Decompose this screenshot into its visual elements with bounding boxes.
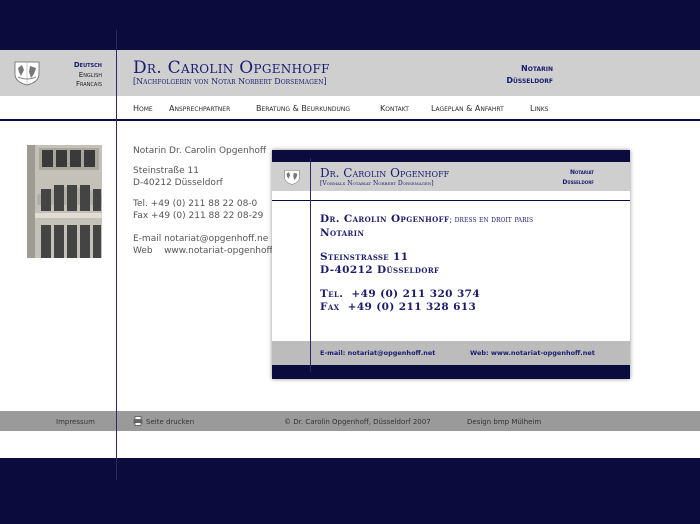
page-subtitle: [Nachfolgerin von Notar Norbert Dorsemag… (133, 77, 327, 86)
footer-print-link[interactable]: Seite drucken (146, 418, 194, 426)
card-tel: Tel. +49 (0) 211 320 374 (320, 288, 481, 300)
nav-divider (0, 119, 700, 121)
card-subtitle: [Vormals Notariat Norbert Dorsemagen] (320, 180, 434, 187)
card-name-note: ; dress en droit paris (449, 215, 534, 224)
card-fax: Fax +49 (0) 211 328 613 (320, 301, 477, 313)
contact-city: D-40212 Düsseldorf (133, 178, 223, 188)
card-email[interactable]: E-mail: notariat@opgenhoff.net (320, 349, 435, 357)
vertical-rule (116, 30, 117, 480)
contact-fax: Fax +49 (0) 211 88 22 08-29 (133, 211, 264, 221)
card-position: Notarin (320, 227, 365, 239)
contact-name: Notarin Dr. Carolin Opgenhoff (133, 146, 267, 156)
card-role: Notariat (569, 169, 594, 176)
building-photo (27, 145, 102, 258)
footer-impressum[interactable]: Impressum (56, 418, 95, 426)
card-bottom-band (272, 365, 630, 379)
card-city: Düsseldorf (562, 179, 594, 186)
card-title: Dr. Carolin Opgenhoff (320, 166, 450, 180)
card-coat-of-arms-icon (284, 169, 300, 185)
footer-copyright: © Dr. Carolin Opgenhoff, Düsseldorf 2007 (284, 418, 431, 426)
header-band (0, 50, 700, 96)
card-street: Steinstraße 11 (320, 251, 409, 263)
card-top-band (272, 150, 630, 162)
card-zip-city: D-40212 Düsseldorf (320, 264, 440, 276)
contact-email[interactable]: E-mail notariat@opgenhoff.ne (133, 234, 268, 244)
printer-icon[interactable] (133, 416, 143, 426)
card-name: Dr. Carolin Opgenhoff (320, 213, 450, 225)
top-band (0, 0, 700, 50)
nav-beratung[interactable]: Beratung & Beurkundung (256, 104, 350, 113)
nav-links[interactable]: Links (530, 104, 548, 113)
card-divider (272, 200, 630, 201)
business-card-popup[interactable]: Dr. Carolin Opgenhoff [Vormals Notariat … (272, 150, 630, 379)
contact-web[interactable]: Web www.notariat-opgenhoff (133, 246, 273, 256)
card-name-line: Dr. Carolin Opgenhoff; dress en droit pa… (320, 213, 533, 225)
nav-lageplan[interactable]: Lageplan & Anfahrt (431, 104, 504, 113)
lang-english[interactable]: English (79, 71, 102, 79)
contact-tel: Tel. +49 (0) 211 88 22 08-0 (133, 199, 258, 209)
header-role: Notarin (521, 64, 553, 73)
nav-ansprechpartner[interactable]: Ansprechpartner (169, 104, 230, 113)
lang-francais[interactable]: Francais (76, 80, 102, 88)
coat-of-arms-icon (14, 61, 40, 86)
footer-design[interactable]: Design bmp Mülheim (467, 418, 541, 426)
page-title: Dr. Carolin Opgenhoff (133, 58, 330, 78)
header-city: Düsseldorf (506, 76, 553, 85)
contact-street: Steinstraße 11 (133, 166, 199, 176)
bottom-band (0, 458, 700, 524)
card-vertical-rule (310, 158, 311, 372)
card-web[interactable]: Web: www.notariat-opgenhoff.net (470, 349, 595, 357)
lang-deutsch[interactable]: Deutsch (74, 61, 102, 69)
nav-home[interactable]: Home (133, 104, 153, 113)
nav-kontakt[interactable]: Kontakt (380, 104, 409, 113)
